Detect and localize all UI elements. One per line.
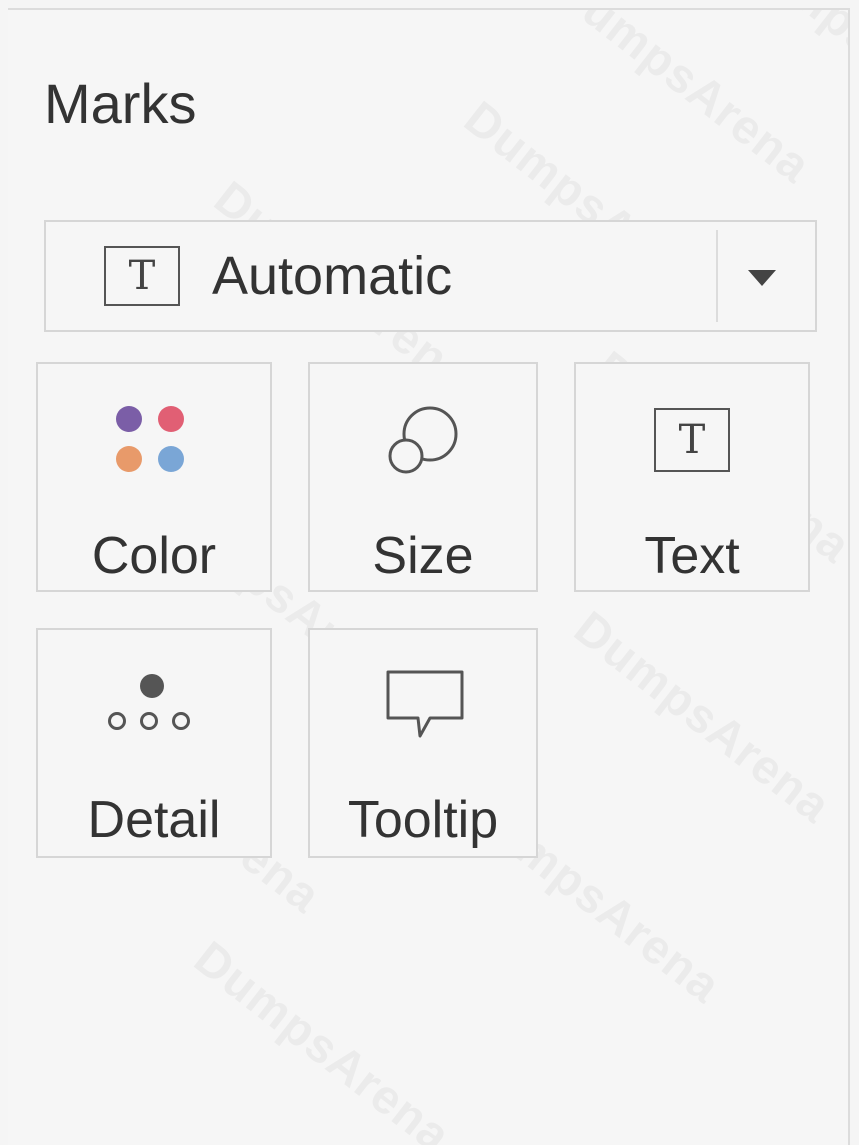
detail-button[interactable]: Detail: [36, 628, 272, 858]
tooltip-button[interactable]: Tooltip: [308, 628, 538, 858]
watermark-text: DumpsArena: [544, 10, 821, 194]
watermark-text: DumpsArena: [184, 931, 461, 1145]
mark-type-value: Automatic: [212, 246, 453, 306]
color-label: Color: [91, 527, 217, 585]
color-dots-icon: [116, 406, 188, 478]
text-T-icon: T: [104, 246, 180, 306]
text-label: Text: [644, 527, 740, 585]
size-button[interactable]: Size: [308, 362, 538, 592]
size-label: Size: [372, 527, 474, 585]
detail-label: Detail: [87, 791, 221, 849]
speech-bubble-icon: [386, 670, 464, 738]
text-button[interactable]: T Text: [574, 362, 810, 592]
watermark-text: DumpsArena: [724, 10, 848, 154]
dropdown-divider: [716, 230, 718, 322]
marks-title: Marks: [44, 72, 197, 135]
color-button[interactable]: Color: [36, 362, 272, 592]
marks-panel: DumpsArena DumpsArena DumpsArena DumpsAr…: [8, 8, 850, 1145]
text-T-icon: T: [654, 408, 730, 472]
caret-down-icon[interactable]: [748, 270, 776, 286]
watermark-text: DumpsArena: [564, 601, 841, 834]
mark-type-dropdown[interactable]: T Automatic: [44, 220, 817, 332]
detail-dots-icon: [108, 674, 198, 738]
tooltip-label: Tooltip: [347, 791, 499, 849]
size-circles-icon: [388, 406, 458, 474]
